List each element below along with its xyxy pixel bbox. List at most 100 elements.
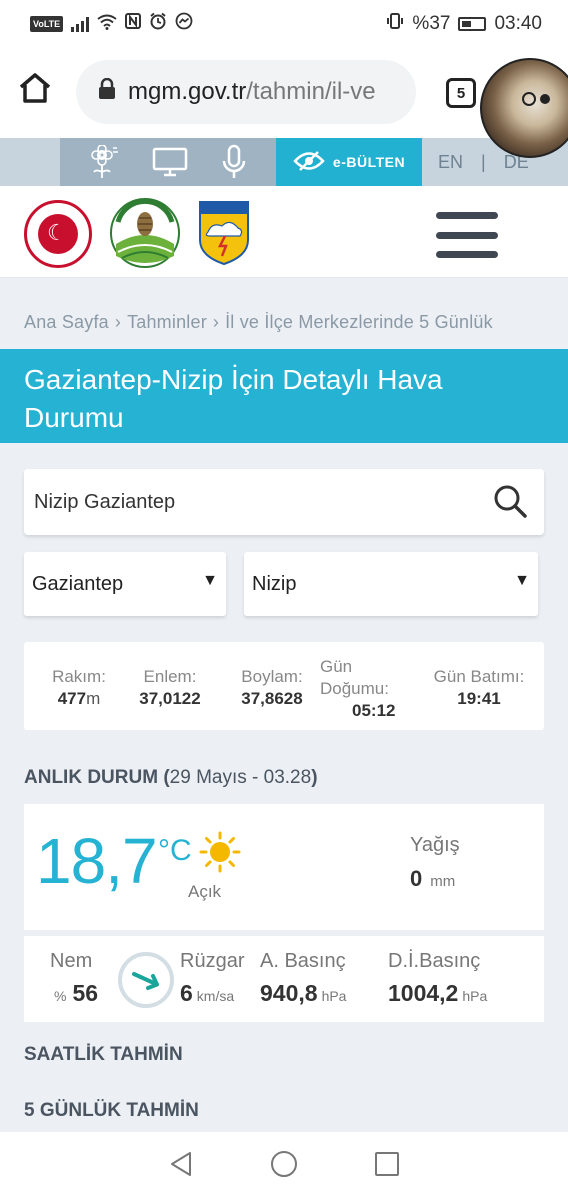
longitude-label: Boylam:: [241, 667, 303, 686]
ebulten-button[interactable]: e-BÜLTEN: [276, 138, 422, 186]
status-bar-right: %37 03:40: [386, 12, 542, 36]
search-value: Nizip Gaziantep: [34, 490, 176, 513]
five-day-forecast-heading[interactable]: 5 GÜNLÜK TAHMİN: [24, 1100, 199, 1122]
current-details-card: Nem % 56 Rüzgar 6 km/sa A. Basınç 940,8 hPa…: [24, 936, 544, 1022]
pressure-label: A. Basınç: [260, 950, 346, 972]
url-bar[interactable]: mgm.gov.tr/tahmin/il-ve: [76, 60, 416, 124]
humidity-value: 56: [72, 980, 99, 1006]
breadcrumb-tahminler[interactable]: Tahminler: [127, 312, 207, 332]
battery-icon: [458, 17, 487, 31]
status-bar-left: VoLTE: [30, 12, 193, 36]
precipitation-value-row: 0 mm: [410, 866, 455, 892]
district-select[interactable]: Nizip ▼: [244, 552, 538, 616]
province-select-value: Gaziantep: [32, 572, 124, 595]
sunrise-info: Gün Doğumu: 05:12: [320, 656, 402, 722]
sea-level-pressure-value-row: 1004,2 hPa: [388, 980, 487, 1007]
caret-down-icon: ▼: [202, 572, 218, 589]
pressure-value-row: 940,8 hPa: [260, 980, 346, 1007]
signal-icon: [71, 16, 90, 32]
condition-text: Açık: [188, 882, 222, 901]
temperature-value: 18,7: [36, 825, 158, 897]
sunset-value: 19:41: [457, 689, 501, 708]
site-toolbar: e-BÜLTEN EN | DE: [0, 138, 568, 186]
sunset-label: Gün Batımı:: [433, 667, 525, 686]
ebulten-label: e-BÜLTEN: [332, 154, 406, 170]
sunrise-label: Gün: [320, 657, 353, 676]
precipitation-unit: mm: [430, 873, 456, 890]
district-select-value: Nizip: [252, 572, 297, 595]
vibrate-icon: [386, 12, 404, 36]
latitude-value: 37,0122: [139, 689, 201, 708]
lang-en-link[interactable]: EN: [438, 152, 463, 173]
sunset-info: Gün Batımı: 19:41: [426, 666, 532, 710]
flower-icon[interactable]: [89, 145, 119, 179]
url-path: /tahmin/il-ve: [246, 78, 376, 105]
current-conditions-heading: ANLIK DURUM (: [24, 767, 170, 788]
wind-label: Rüzgar: [180, 950, 245, 972]
menu-icon[interactable]: [436, 212, 498, 258]
page-title-rest-2: Durumu: [24, 402, 124, 433]
humidity-value-row: % 56: [54, 980, 98, 1007]
microphone-icon[interactable]: [221, 144, 247, 180]
recents-icon[interactable]: [374, 1151, 400, 1182]
ministry-logo[interactable]: [24, 200, 92, 268]
url-domain: mgm.gov.tr: [128, 78, 247, 105]
tab-switcher-button[interactable]: 5: [446, 78, 476, 108]
wind-value: 6: [180, 980, 193, 1006]
precipitation-label: Yağış: [410, 834, 460, 856]
current-conditions-date: 29 Mayıs - 03.28: [169, 767, 312, 788]
altitude-info: Rakım: 477m: [42, 666, 116, 710]
wind-unit: km/sa: [196, 988, 235, 1004]
sea-level-pressure-value: 1004,2: [388, 980, 459, 1006]
location-search-input[interactable]: Nizip Gaziantep: [24, 469, 544, 535]
longitude-value: 37,8628: [241, 689, 303, 708]
current-conditions-title: ANLIK DURUM (29 Mayıs - 03.28): [24, 767, 318, 789]
breadcrumb-home[interactable]: Ana Sayfa: [24, 312, 109, 332]
tarim-orman-surasi-logo[interactable]: [108, 196, 182, 270]
status-bar: VoLTE %37 03:40: [0, 0, 568, 48]
province-select[interactable]: Gaziantep ▼: [24, 552, 226, 616]
battery-percent: %37: [412, 13, 451, 34]
sunrise-label-2: Doğumu:: [320, 679, 389, 698]
humidity-label: Nem: [50, 950, 93, 972]
messenger-icon: [175, 12, 193, 36]
accessibility-toolbar: [60, 138, 276, 186]
wind-direction-icon: [118, 952, 174, 1008]
breadcrumb: Ana Sayfa › Tahminler › İl ve İlçe Merkezler…: [24, 312, 554, 333]
page-title-rest: İçin Detaylı Hava: [223, 364, 443, 395]
wifi-icon: [97, 14, 117, 35]
wind-value-row: 6 km/sa: [180, 980, 234, 1007]
sea-level-pressure-label: D.İ.Basınç: [388, 950, 481, 972]
longitude-info: Boylam: 37,8628: [232, 666, 312, 710]
system-navigation-bar: [0, 1132, 568, 1200]
breadcrumb-current[interactable]: İl ve İlçe Merkezlerinde 5 Günlük: [225, 312, 493, 332]
current-conditions-close: ): [311, 767, 318, 788]
pressure-unit: hPa: [321, 988, 347, 1004]
breadcrumb-separator: ›: [114, 312, 122, 332]
home-icon[interactable]: [18, 72, 58, 112]
clock-time: 03:40: [494, 13, 542, 34]
hourly-forecast-heading[interactable]: SAATLİK TAHMİN: [24, 1044, 183, 1066]
lock-icon: [98, 77, 116, 107]
back-icon[interactable]: [168, 1150, 194, 1183]
search-icon[interactable]: [492, 483, 528, 525]
sea-level-pressure-unit: hPa: [462, 988, 488, 1004]
altitude-unit: m: [86, 689, 101, 708]
latitude-info: Enlem: 37,0122: [130, 666, 210, 710]
precipitation-value: 0: [410, 866, 423, 891]
altitude-value: 477: [57, 689, 87, 708]
lang-separator: |: [481, 151, 486, 172]
humidity-prefix: %: [54, 988, 67, 1004]
breadcrumb-separator: ›: [212, 312, 220, 332]
sunrise-value: 05:12: [352, 701, 396, 720]
altitude-label: Rakım:: [52, 667, 106, 686]
home-circle-icon[interactable]: [270, 1150, 298, 1183]
page-title: Gaziantep-Nizip İçin Detaylı Hava Durumu: [0, 349, 568, 443]
location-info-panel: Rakım: 477m Enlem: 37,0122 Boylam: 37,86…: [24, 642, 544, 730]
temperature-unit: °C: [158, 834, 192, 867]
meteoroloji-logo[interactable]: [198, 200, 250, 266]
monitor-icon[interactable]: [152, 146, 188, 178]
pressure-value: 940,8: [260, 980, 318, 1006]
nfc-icon: [125, 13, 142, 35]
latitude-label: Enlem:: [143, 667, 197, 686]
